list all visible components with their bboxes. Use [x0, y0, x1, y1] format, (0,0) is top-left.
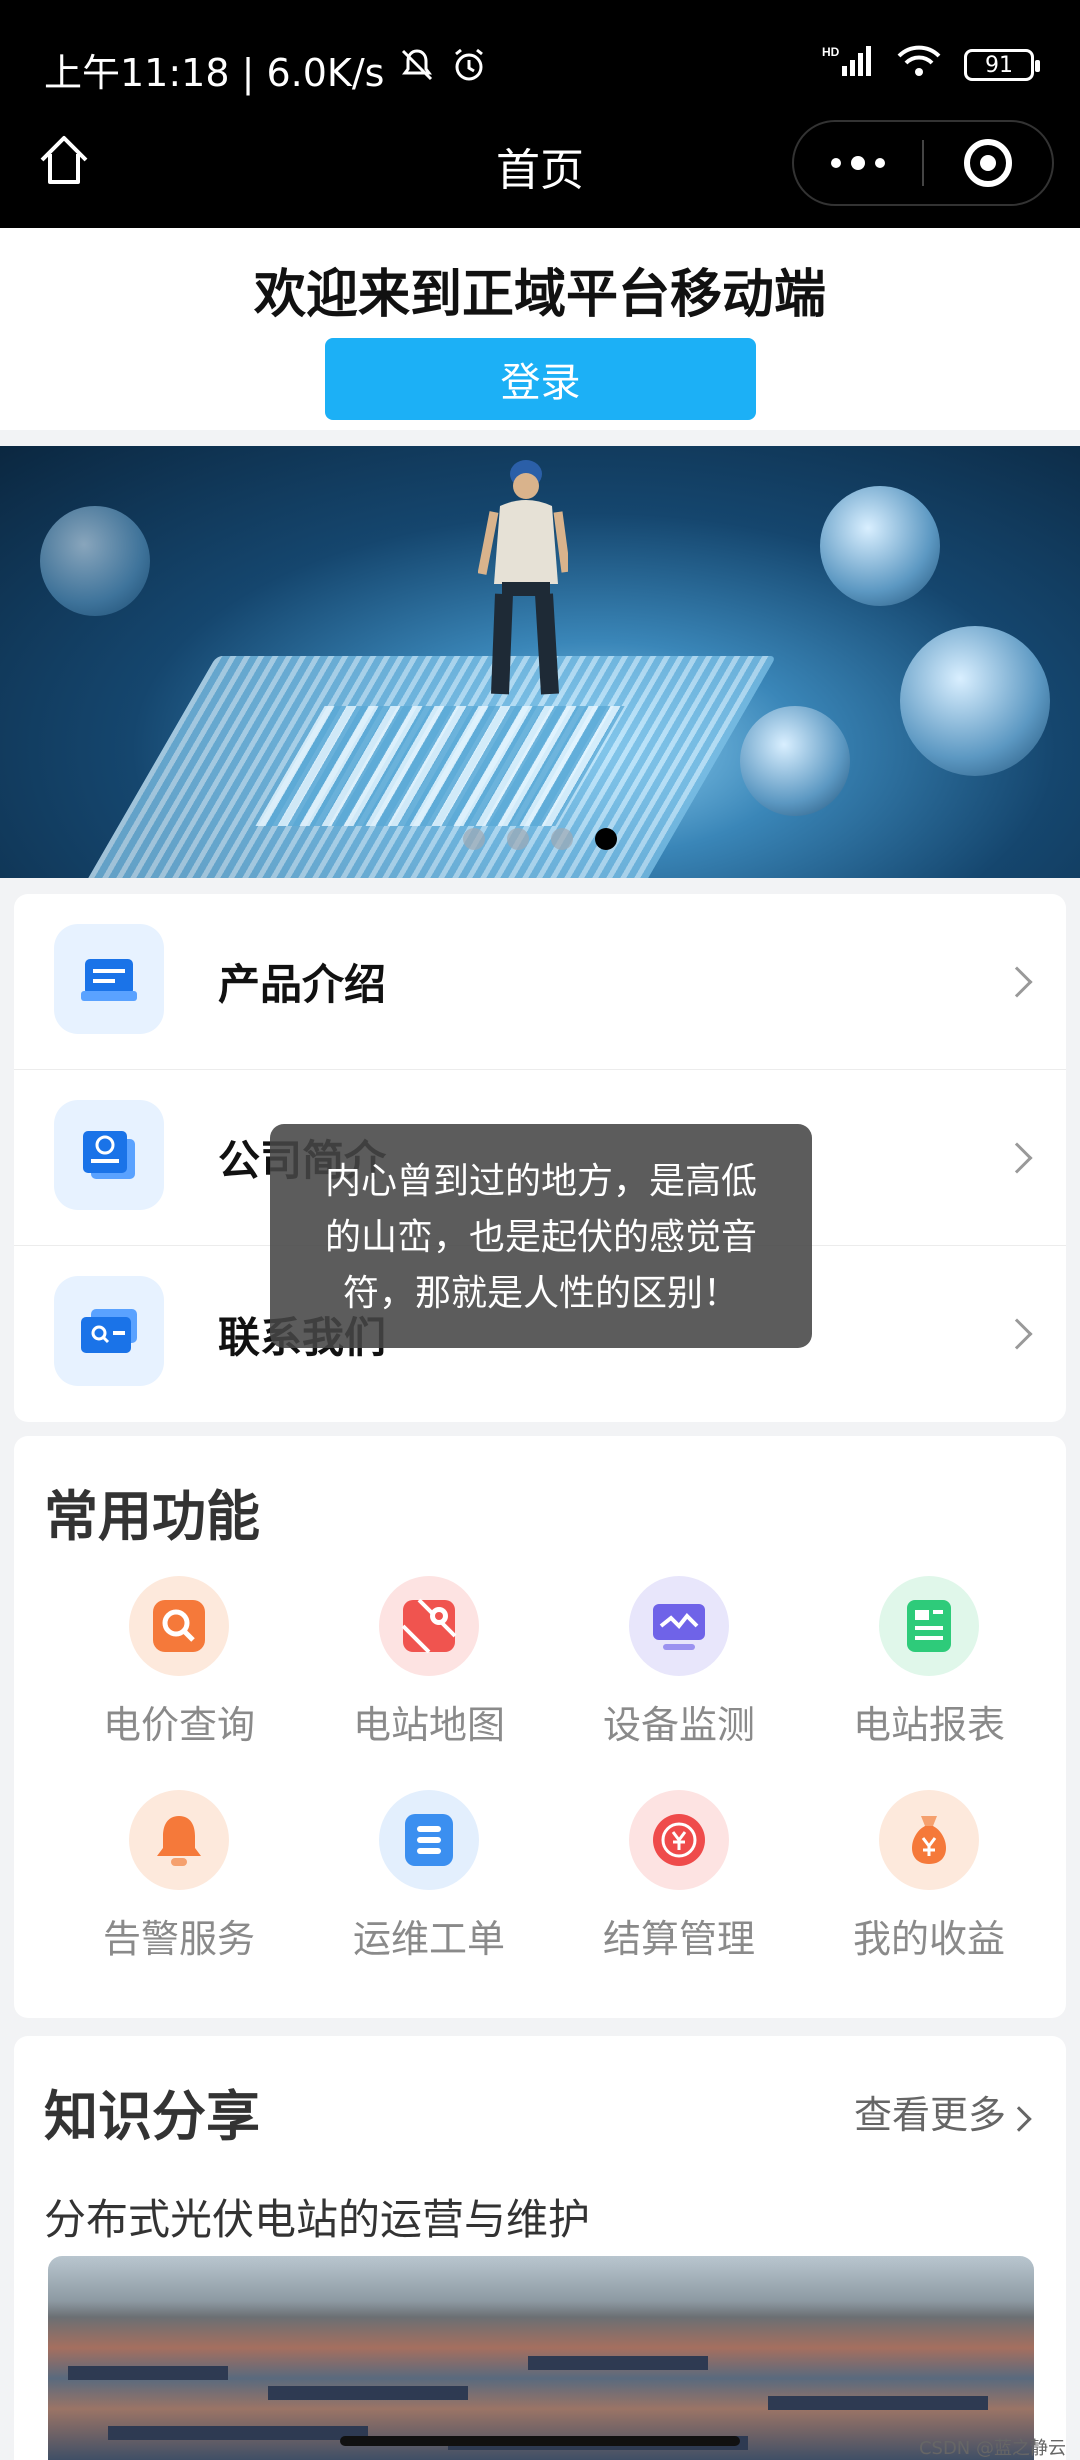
function-item-monitor[interactable]: 设备监测: [554, 1576, 804, 1766]
function-label: 运维工单: [352, 1917, 505, 1961]
chevron-right-icon: [1001, 1318, 1033, 1350]
carousel-dot[interactable]: [463, 828, 485, 850]
banner-carousel[interactable]: [0, 446, 1080, 878]
solar-panel-graphic: [68, 2366, 228, 2380]
status-time: 上午11:18 | 6.0K/s: [44, 51, 385, 95]
capacitor-graphic: [740, 706, 850, 816]
function-label: 电站地图: [352, 1703, 505, 1747]
welcome-section: 欢迎来到正域平台移动端 登录: [0, 228, 1080, 430]
battery-indicator: 91: [964, 49, 1040, 81]
menu-item-label: 产品介绍: [218, 960, 387, 1009]
chevron-right-icon: [1001, 1141, 1033, 1174]
capacitor-graphic: [40, 506, 150, 616]
contact-icon: [54, 1276, 164, 1386]
money-bag-icon: [879, 1790, 979, 1890]
function-label: 结算管理: [602, 1917, 755, 1961]
worker-figure: [478, 460, 568, 695]
section-title: 常用功能: [44, 1485, 260, 1548]
function-item-settlement[interactable]: 结算管理: [554, 1790, 804, 1980]
login-button[interactable]: 登录: [325, 338, 756, 420]
carousel-dot[interactable]: [507, 828, 529, 850]
svg-text:HD: HD: [822, 45, 840, 59]
close-target-icon[interactable]: [924, 122, 1052, 204]
view-more-link[interactable]: 查看更多: [853, 2084, 1032, 2139]
capacitor-graphic: [820, 486, 940, 606]
signal-icon: HD: [822, 44, 874, 86]
chevron-right-icon: [1001, 965, 1033, 998]
view-more-label: 查看更多: [853, 2093, 1006, 2137]
function-label: 告警服务: [102, 1917, 255, 1961]
product-icon: [54, 924, 164, 1034]
home-indicator[interactable]: [340, 2436, 740, 2446]
top-bar: 上午11:18 | 6.0K/s HD 91 首页: [0, 0, 1080, 228]
more-icon[interactable]: [794, 122, 922, 204]
bell-icon: [129, 1790, 229, 1890]
capacitor-graphic: [900, 626, 1050, 776]
mini-program-capsule: [792, 120, 1054, 206]
search-icon: [129, 1576, 229, 1676]
solar-panel-graphic: [268, 2386, 468, 2400]
function-label: 电站报表: [852, 1703, 1005, 1747]
mute-icon: [398, 46, 436, 93]
toast-message: 内心曾到过的地方，是高低的山峦，也是起伏的感觉音符，那就是人性的区别！: [270, 1124, 812, 1348]
menu-item-product[interactable]: 产品介绍: [14, 894, 1066, 1070]
welcome-heading: 欢迎来到正域平台移动端: [253, 265, 826, 325]
function-item-earnings[interactable]: 我的收益: [804, 1790, 1054, 1980]
list-icon: [379, 1790, 479, 1890]
carousel-indicator: [0, 828, 1080, 850]
yuan-cycle-icon: [629, 1790, 729, 1890]
function-label: 设备监测: [602, 1703, 755, 1747]
wifi-icon: [896, 44, 942, 86]
solar-panel-graphic: [768, 2396, 988, 2410]
knowledge-card: 知识分享 查看更多 分布式光伏电站的运营与维护: [14, 2036, 1066, 2460]
chevron-right-icon: [1006, 2106, 1032, 2132]
company-icon: [54, 1100, 164, 1210]
function-label: 电价查询: [102, 1703, 255, 1747]
function-label: 我的收益: [852, 1917, 1005, 1961]
function-item-report[interactable]: 电站报表: [804, 1576, 1054, 1766]
status-bar-left: 上午11:18 | 6.0K/s: [44, 42, 488, 97]
watermark-text: CSDN @蓝之静云: [918, 2438, 1066, 2459]
status-bar-right: HD 91: [822, 44, 1040, 86]
function-item-workorder[interactable]: 运维工单: [304, 1790, 554, 1980]
function-item-price[interactable]: 电价查询: [54, 1576, 304, 1766]
carousel-dot[interactable]: [551, 828, 573, 850]
section-title: 知识分享: [44, 2085, 260, 2148]
solar-panel-graphic: [528, 2356, 708, 2370]
alarm-icon: [450, 46, 488, 93]
report-icon: [879, 1576, 979, 1676]
article-title[interactable]: 分布式光伏电站的运营与维护: [44, 2186, 590, 2247]
carousel-dot-active[interactable]: [595, 828, 617, 850]
monitor-icon: [629, 1576, 729, 1676]
function-item-alarm[interactable]: 告警服务: [54, 1790, 304, 1980]
common-functions-card: 常用功能 电价查询 电站地图 设备监测 电站报表 告警服务 运维工单 结算管理 …: [14, 1436, 1066, 2018]
function-item-map[interactable]: 电站地图: [304, 1576, 554, 1766]
article-image[interactable]: [48, 2256, 1034, 2460]
map-pin-icon: [379, 1576, 479, 1676]
solar-panel-graphic: [108, 2426, 368, 2440]
